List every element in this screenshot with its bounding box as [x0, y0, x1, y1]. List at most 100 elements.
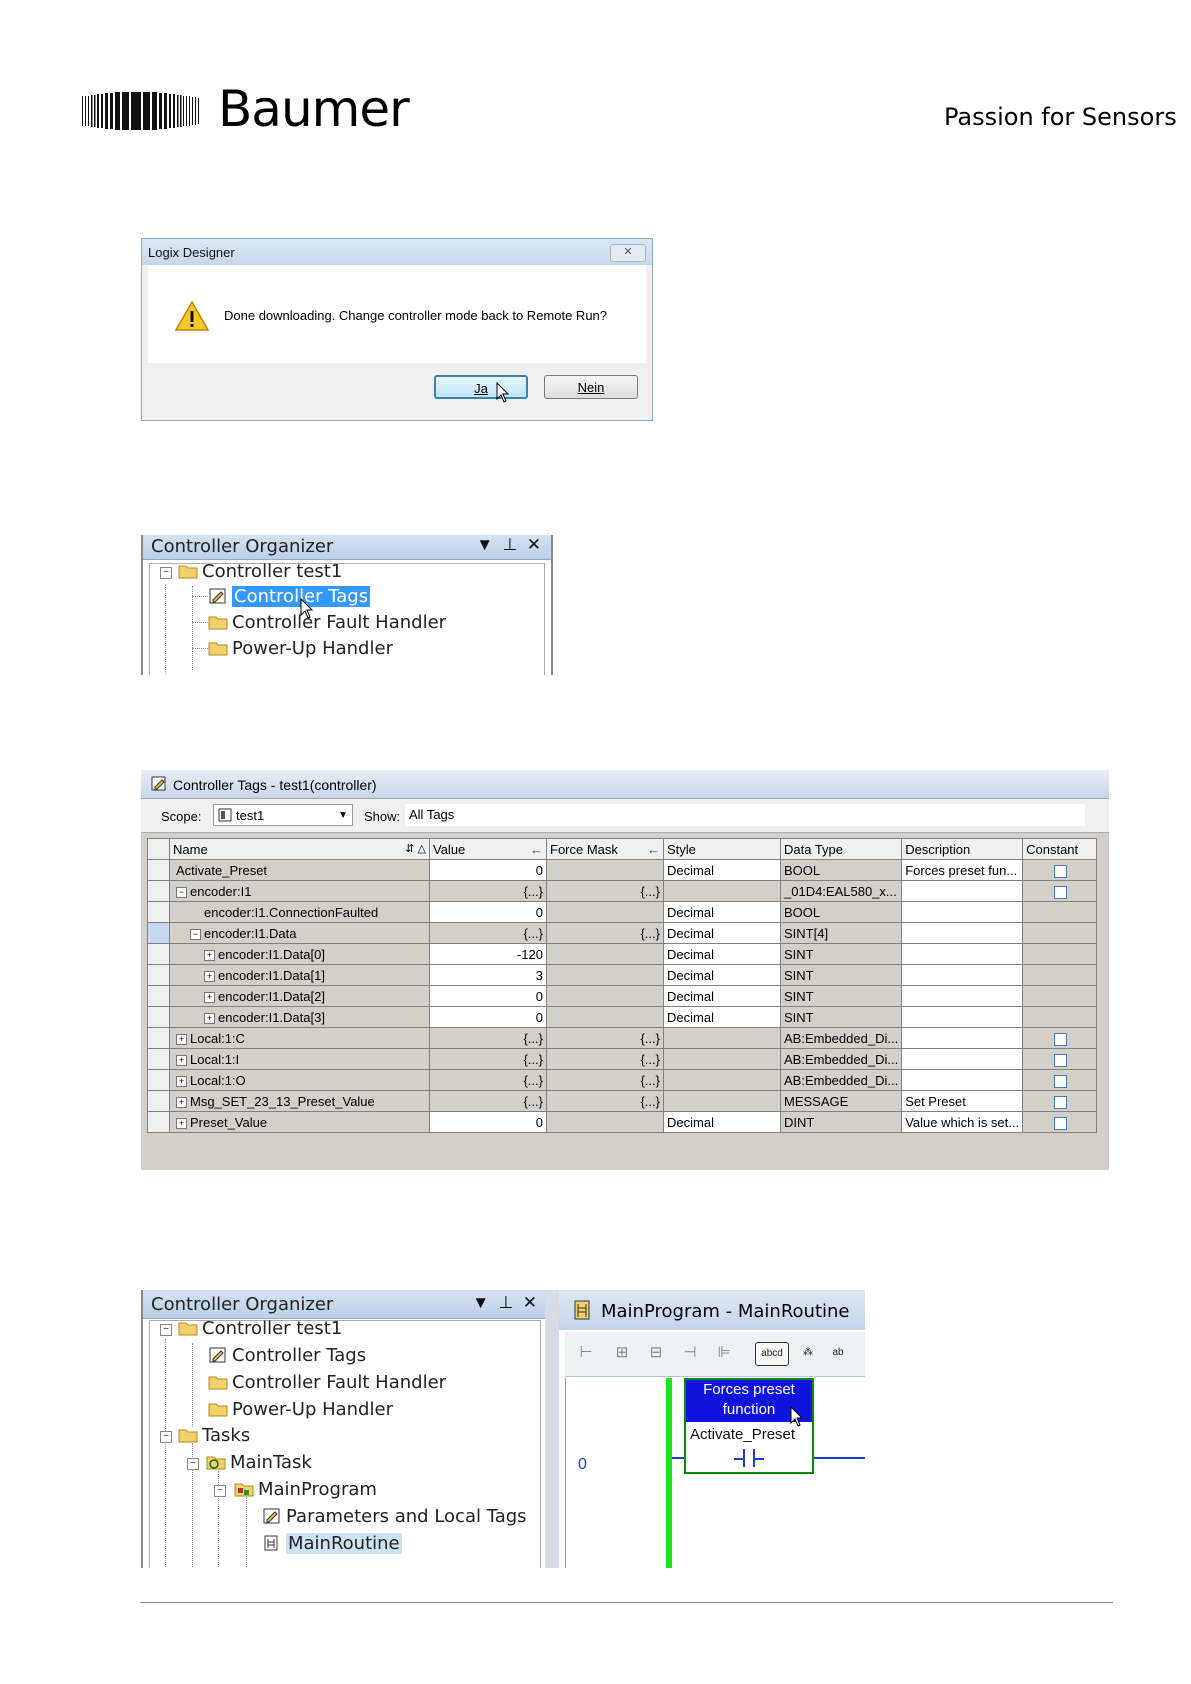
cell-value[interactable]: 3 [429, 964, 547, 986]
pin-icon[interactable]: ⊥ [498, 1293, 513, 1312]
table-row[interactable]: + Local:1:O {...} {...} AB:Embedded_Di... [147, 1069, 1098, 1091]
table-row[interactable]: − encoder:I1.Data {...} {...} Decimal SINT[4] [147, 922, 1098, 944]
cell-data-type[interactable]: SINT[4] [779, 922, 903, 944]
tree-item-controller-tags[interactable]: Controller Tags [208, 586, 371, 607]
coil-icon[interactable]: ⊫ [713, 1342, 735, 1364]
ladder-editor-area[interactable]: 0 Forces preset function Activate_Preset [565, 1378, 865, 1568]
column-header-force-mask[interactable]: Force Mask ← [546, 838, 664, 860]
cell-value[interactable]: {...} [429, 1027, 547, 1049]
cell-description[interactable]: Forces preset fun... [901, 859, 1024, 881]
collapse-toggle-icon[interactable]: − [160, 1431, 172, 1443]
table-row[interactable]: + encoder:I1.Data[1] 3 Decimal SINT [147, 964, 1098, 986]
column-header-style[interactable]: Style [663, 838, 781, 860]
text-wrap-icon[interactable]: ⁂ [797, 1342, 819, 1364]
cell-style[interactable]: Decimal [663, 943, 781, 965]
rung-icon[interactable]: ⊢ [575, 1342, 597, 1364]
cell-constant[interactable] [1022, 985, 1098, 1007]
cell-description[interactable] [901, 985, 1024, 1007]
cell-value[interactable]: 0 [429, 985, 547, 1007]
show-filter[interactable]: All Tags [405, 804, 1085, 826]
constant-checkbox[interactable] [1054, 1095, 1068, 1109]
cell-constant[interactable] [1022, 1111, 1098, 1133]
cell-style[interactable]: Decimal [663, 901, 781, 923]
cell-description[interactable] [901, 1048, 1024, 1070]
cell-data-type[interactable]: SINT [779, 964, 903, 986]
constant-checkbox[interactable] [1054, 864, 1068, 878]
cell-style[interactable]: Decimal [663, 1111, 781, 1133]
dropdown-arrow-icon[interactable]: ▼ [472, 1293, 489, 1312]
tree-item-main-program[interactable]: MainProgram [234, 1479, 377, 1500]
cell-name[interactable]: + encoder:I1.Data[0] [169, 943, 430, 965]
cell-force-mask[interactable]: {...} [546, 922, 664, 944]
cell-description[interactable] [901, 1006, 1024, 1028]
row-header[interactable] [147, 943, 170, 965]
tree-item-main-task[interactable]: MainTask [206, 1452, 312, 1473]
cell-data-type[interactable]: AB:Embedded_Di... [779, 1027, 903, 1049]
close-icon[interactable]: ✕ [523, 1293, 537, 1312]
cell-constant[interactable] [1022, 901, 1098, 923]
cell-description[interactable] [901, 922, 1024, 944]
expand-icon[interactable]: + [176, 1054, 187, 1066]
cell-constant[interactable] [1022, 943, 1098, 965]
cell-constant[interactable] [1022, 1027, 1098, 1049]
cell-name[interactable]: encoder:I1.ConnectionFaulted [169, 901, 430, 923]
cell-style[interactable] [663, 1027, 781, 1049]
cell-force-mask[interactable] [546, 943, 664, 965]
cell-value[interactable]: {...} [429, 922, 547, 944]
tree-item-parameters-local-tags[interactable]: Parameters and Local Tags [262, 1506, 527, 1527]
cell-style[interactable] [663, 880, 781, 902]
sort-icon[interactable]: ⇵ △ [405, 842, 426, 855]
cell-data-type[interactable]: DINT [779, 1111, 903, 1133]
column-header-constant[interactable]: Constant [1022, 838, 1098, 860]
tree-item-controller-tags[interactable]: Controller Tags [208, 1345, 366, 1366]
cell-constant[interactable] [1022, 1006, 1098, 1028]
expand-icon[interactable]: + [204, 1012, 215, 1024]
tree-item-power-up-handler[interactable]: Power-Up Handler [208, 638, 393, 659]
row-header[interactable] [147, 922, 170, 944]
cell-data-type[interactable]: SINT [779, 943, 903, 965]
table-row[interactable]: + encoder:I1.Data[3] 0 Decimal SINT [147, 1006, 1098, 1028]
text-annotation-button[interactable]: abcd [755, 1342, 789, 1366]
cell-force-mask[interactable]: {...} [546, 1048, 664, 1070]
cell-force-mask[interactable] [546, 1111, 664, 1133]
cell-force-mask[interactable]: {...} [546, 1069, 664, 1091]
row-header[interactable] [147, 1069, 170, 1091]
column-header-description[interactable]: Description [901, 838, 1024, 860]
cell-force-mask[interactable] [546, 859, 664, 881]
tree-item-fault-handler[interactable]: Controller Fault Handler [208, 612, 446, 633]
table-row[interactable]: + encoder:I1.Data[0] -120 Decimal SINT [147, 943, 1098, 965]
cell-style[interactable]: Decimal [663, 964, 781, 986]
text-format-icon[interactable]: ab [827, 1342, 849, 1364]
tree-item-tasks[interactable]: Tasks [178, 1425, 250, 1446]
tree-item-fault-handler[interactable]: Controller Fault Handler [208, 1372, 446, 1393]
pin-icon[interactable]: ⊥ [502, 535, 517, 554]
cell-value[interactable]: {...} [429, 1048, 547, 1070]
cell-style[interactable]: Decimal [663, 1006, 781, 1028]
collapse-toggle-icon[interactable]: − [160, 567, 172, 579]
row-header[interactable] [147, 1006, 170, 1028]
cell-description[interactable]: Value which is set... [901, 1111, 1024, 1133]
cell-name[interactable]: − encoder:I1.Data [169, 922, 430, 944]
cell-data-type[interactable]: SINT [779, 985, 903, 1007]
cell-force-mask[interactable] [546, 1006, 664, 1028]
cell-constant[interactable] [1022, 964, 1098, 986]
cell-data-type[interactable]: BOOL [779, 901, 903, 923]
cell-name[interactable]: − encoder:I1 [169, 880, 430, 902]
no-button[interactable]: Nein [544, 375, 638, 399]
cell-description[interactable] [901, 943, 1024, 965]
cell-force-mask[interactable] [546, 985, 664, 1007]
cell-force-mask[interactable]: {...} [546, 1027, 664, 1049]
constant-checkbox[interactable] [1054, 1116, 1068, 1130]
cell-constant[interactable] [1022, 1069, 1098, 1091]
row-header[interactable] [147, 880, 170, 902]
collapse-toggle-icon[interactable]: − [214, 1485, 226, 1497]
cell-name[interactable]: Activate_Preset [169, 859, 430, 881]
collapse-toggle-icon[interactable]: − [160, 1324, 172, 1336]
cell-data-type[interactable]: AB:Embedded_Di... [779, 1048, 903, 1070]
expand-icon[interactable]: + [176, 1075, 187, 1087]
cell-value[interactable]: {...} [429, 1069, 547, 1091]
branch-icon[interactable]: ⊞ [611, 1342, 633, 1364]
expand-icon[interactable]: + [176, 1033, 187, 1045]
table-row[interactable]: + encoder:I1.Data[2] 0 Decimal SINT [147, 985, 1098, 1007]
scope-select[interactable]: test1 ▼ [213, 804, 353, 826]
